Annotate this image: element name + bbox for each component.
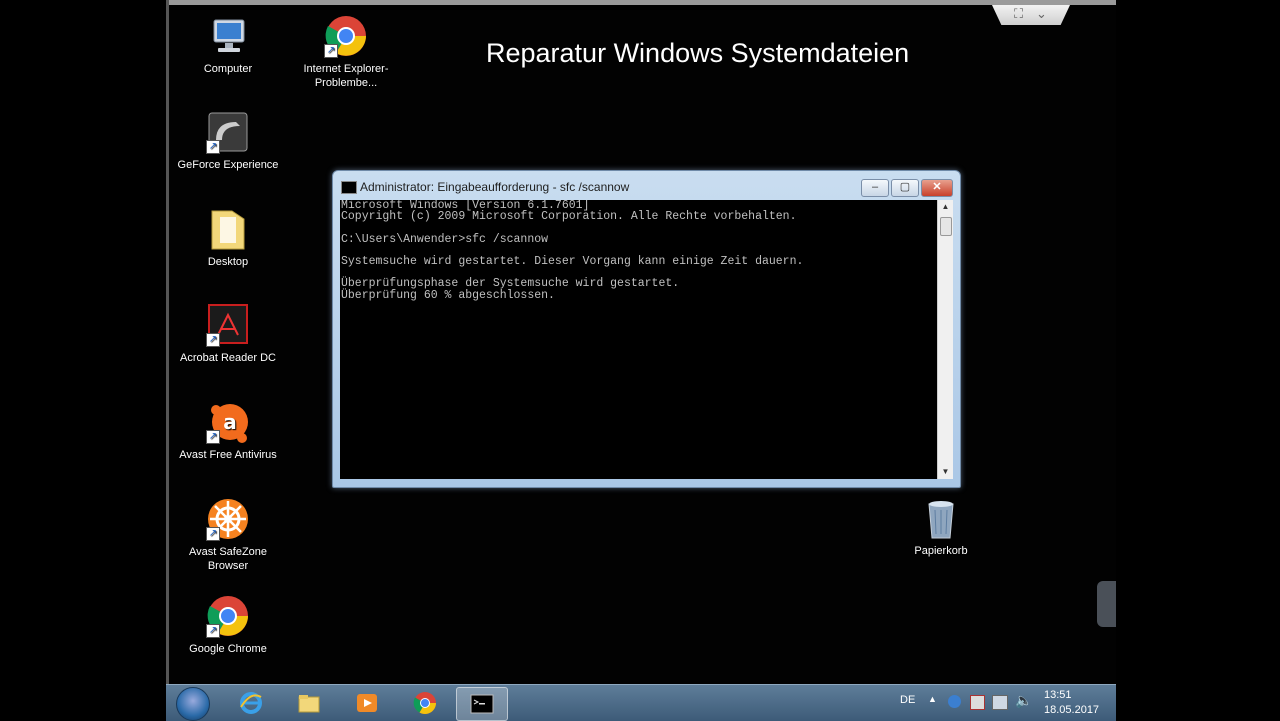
video-title: Reparatur Windows Systemdateien: [486, 38, 910, 68]
shortcut-arrow-icon: ↗: [206, 333, 220, 347]
command-prompt-window[interactable]: Administrator: Eingabeaufforderung - sfc…: [332, 170, 961, 488]
desktop-icon-google-chrome[interactable]: ↗ Google Chrome: [173, 594, 283, 656]
console-output[interactable]: Microsoft Windows [Version 6.1.7601] Copy…: [340, 200, 938, 479]
desktop-icon-label: Avast SafeZone Browser: [188, 546, 268, 572]
action-center-icon[interactable]: [970, 695, 985, 710]
ie-icon: [239, 691, 263, 715]
shortcut-arrow-icon: ↗: [206, 527, 220, 541]
media-player-icon: [355, 691, 379, 715]
console-line: Systemsuche wird gestartet. Dieser Vorga…: [341, 255, 804, 269]
scroll-down-icon[interactable]: ▼: [938, 465, 953, 479]
svg-text:a: a: [223, 410, 237, 434]
chevron-down-icon[interactable]: ⌄: [1036, 6, 1047, 22]
shortcut-arrow-icon: ↗: [206, 430, 220, 444]
desktop-icon-label: Internet Explorer-Problembe...: [303, 63, 389, 89]
desktop-icon-label: GeForce Experience: [177, 159, 279, 171]
clock-date[interactable]: 18.05.2017: [1044, 704, 1099, 716]
taskbar-chrome[interactable]: [400, 687, 450, 719]
folder-icon: [206, 207, 250, 251]
desktop-icon-internet-explorer-problems[interactable]: ↗ Internet Explorer-Problembe...: [291, 14, 401, 90]
desktop-icon-label: Acrobat Reader DC: [180, 352, 276, 364]
computer-icon: [206, 14, 250, 58]
desktop-icon-acrobat[interactable]: ↗ Acrobat Reader DC: [173, 303, 283, 365]
console-line: Überprüfungsphase der Systemsuche wird g…: [341, 277, 680, 291]
desktop-icon-label: Avast Free Antivirus: [179, 449, 277, 461]
desktop-icon-avast-safezone[interactable]: ↗ Avast SafeZone Browser: [173, 497, 283, 573]
taskbar: DE ▲ 🔈 13:51 18.05.2017: [166, 684, 1116, 721]
shortcut-arrow-icon: ↗: [206, 624, 220, 638]
chrome-icon: ↗: [324, 14, 368, 58]
restore-icon[interactable]: ⛶: [1014, 6, 1023, 22]
teamviewer-tray-icon[interactable]: [948, 695, 961, 708]
network-icon[interactable]: [992, 695, 1008, 710]
desktop-icon-geforce[interactable]: ↗ GeForce Experience: [173, 110, 283, 172]
window-title: Administrator: Eingabeaufforderung - sfc…: [360, 180, 630, 194]
side-panel-handle[interactable]: [1097, 581, 1116, 627]
taskbar-internet-explorer[interactable]: [226, 687, 276, 719]
geforce-icon: ↗: [206, 110, 250, 154]
desktop-icon-recycle-bin[interactable]: Papierkorb: [886, 496, 996, 558]
chrome-icon: ↗: [206, 594, 250, 638]
taskbar-explorer[interactable]: [284, 687, 334, 719]
cmd-icon: [341, 181, 357, 194]
desktop-icon-desktop-folder[interactable]: Desktop: [173, 207, 283, 269]
recycle-bin-icon: [919, 496, 963, 540]
safezone-icon: ↗: [206, 497, 250, 541]
close-button[interactable]: ✕: [921, 179, 953, 197]
avast-icon: a ↗: [206, 400, 250, 444]
desktop-edge: [166, 0, 169, 684]
desktop-icon-label: Google Chrome: [189, 643, 267, 655]
clock-time[interactable]: 13:51: [1044, 689, 1072, 701]
minimize-button[interactable]: –: [861, 179, 889, 197]
letterbox-right: [1116, 0, 1280, 720]
explorer-icon: [297, 691, 321, 715]
console-line: C:\Users\Anwender>sfc /scannow: [341, 232, 549, 246]
show-hidden-icons[interactable]: ▲: [928, 694, 937, 704]
volume-icon[interactable]: 🔈: [1015, 692, 1032, 709]
desktop-icon-avast-antivirus[interactable]: a ↗ Avast Free Antivirus: [173, 400, 283, 462]
language-indicator[interactable]: DE: [900, 694, 915, 706]
desktop-icon-label: Computer: [203, 63, 253, 75]
acrobat-icon: ↗: [206, 303, 250, 347]
remote-top-strip: [166, 0, 1116, 5]
scrollbar-thumb[interactable]: [940, 217, 952, 236]
cmd-icon: [470, 692, 494, 716]
scroll-up-icon[interactable]: ▲: [938, 200, 953, 214]
maximize-button[interactable]: ▢: [891, 179, 919, 197]
shortcut-arrow-icon: ↗: [206, 140, 220, 154]
desktop-icon-label: Desktop: [207, 256, 249, 268]
console-line: Überprüfung 60 % abgeschlossen.: [341, 288, 555, 302]
desktop-icon-computer[interactable]: Computer: [173, 14, 283, 76]
taskbar-media-player[interactable]: [342, 687, 392, 719]
taskbar-command-prompt[interactable]: [456, 687, 508, 721]
letterbox-left: [0, 0, 166, 720]
vertical-scrollbar[interactable]: ▲ ▼: [937, 200, 953, 479]
desktop-icon-label: Papierkorb: [914, 545, 968, 557]
remote-toolbar[interactable]: ⛶ ⌄: [992, 5, 1070, 25]
start-button[interactable]: [176, 687, 210, 721]
console-line: Copyright (c) 2009 Microsoft Corporation…: [341, 210, 797, 224]
shortcut-arrow-icon: ↗: [324, 44, 338, 58]
chrome-icon: [413, 691, 437, 715]
